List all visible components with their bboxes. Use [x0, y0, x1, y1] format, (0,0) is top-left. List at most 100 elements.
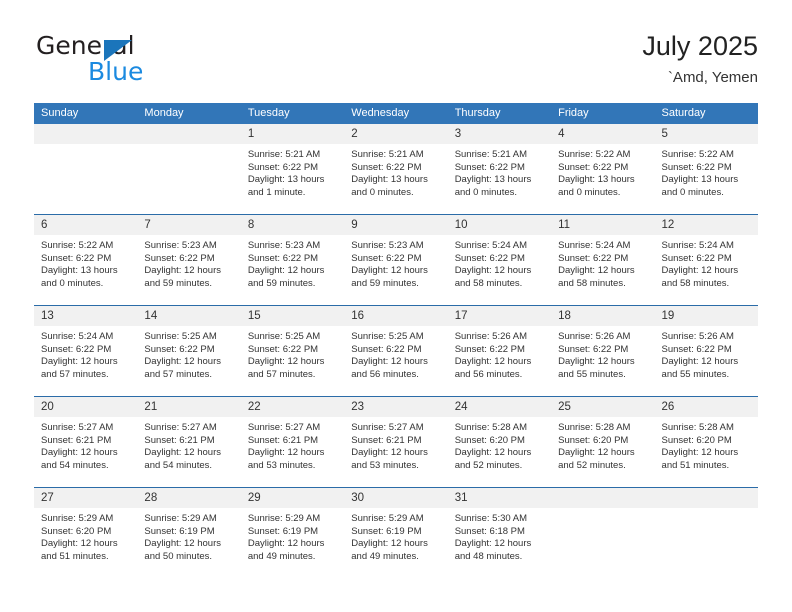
day-detail-line: Sunrise: 5:23 AM: [144, 240, 217, 251]
day-details: Sunrise: 5:28 AM Sunset: 6:20 PM Daylight:…: [448, 417, 551, 472]
day-cell-12[interactable]: 12 Sunrise: 5:24 AM Sunset: 6:22 PM Dayligh…: [654, 215, 758, 305]
day-detail-line: Sunrise: 5:27 AM: [247, 422, 321, 433]
day-cell-20[interactable]: 20 Sunrise: 5:27 AM Sunset: 6:21 PM Dayligh…: [34, 397, 138, 487]
day-detail-line: Sunrise: 5:29 AM: [247, 513, 321, 524]
day-detail-line: Daylight: 13 hours: [247, 174, 325, 186]
day-detail-line: Sunset: 6:20 PM: [41, 525, 112, 537]
day-cell-30[interactable]: 30 Sunrise: 5:29 AM Sunset: 6:19 PM Dayligh…: [344, 488, 448, 578]
day-number-band: 6: [34, 215, 138, 235]
day-cell-22[interactable]: 22 Sunrise: 5:27 AM Sunset: 6:21 PM Dayligh…: [240, 397, 345, 487]
day-cell-29[interactable]: 29 Sunrise: 5:29 AM Sunset: 6:19 PM Dayligh…: [240, 488, 345, 578]
weekday-header-thursday: Thursday: [454, 107, 501, 119]
day-detail-line: and 58 minutes.: [454, 277, 523, 289]
day-detail-line: Sunrise: 5:22 AM: [41, 240, 114, 251]
day-detail-line: Sunset: 6:22 PM: [558, 161, 629, 173]
day-detail-line: and 52 minutes.: [454, 459, 523, 471]
day-detail-line: Sunset: 6:19 PM: [351, 525, 422, 537]
day-detail-line: and 48 minutes.: [454, 550, 523, 562]
day-number-band: 17: [447, 306, 552, 326]
day-detail-line: Daylight: 12 hours: [454, 447, 532, 459]
day-detail-line: Sunset: 6:19 PM: [144, 525, 215, 537]
day-detail-line: and 51 minutes.: [41, 550, 109, 562]
day-cell-24[interactable]: 24 Sunrise: 5:28 AM Sunset: 6:20 PM Dayligh…: [447, 397, 552, 487]
day-cell-16[interactable]: 16 Sunrise: 5:25 AM Sunset: 6:22 PM Dayligh…: [344, 306, 448, 396]
day-number: 15: [247, 310, 261, 322]
day-detail-line: Sunrise: 5:21 AM: [247, 149, 321, 160]
day-details: Sunrise: 5:28 AM Sunset: 6:20 PM Daylight:…: [551, 417, 654, 472]
day-cell-13[interactable]: 13 Sunrise: 5:24 AM Sunset: 6:22 PM Dayligh…: [34, 306, 138, 396]
day-detail-line: and 50 minutes.: [144, 550, 213, 562]
day-detail-line: Sunrise: 5:25 AM: [247, 331, 321, 342]
day-cell-26[interactable]: 26 Sunrise: 5:28 AM Sunset: 6:20 PM Dayligh…: [654, 397, 758, 487]
day-details: Sunrise: 5:21 AM Sunset: 6:22 PM Daylight:…: [448, 144, 551, 199]
day-cell-21[interactable]: 21 Sunrise: 5:27 AM Sunset: 6:21 PM Dayligh…: [137, 397, 241, 487]
day-detail-line: Sunset: 6:22 PM: [41, 343, 112, 355]
day-detail-line: Sunrise: 5:27 AM: [144, 422, 217, 433]
day-cell-4[interactable]: 4 Sunrise: 5:22 AM Sunset: 6:22 PM Daylight…: [551, 124, 655, 214]
day-detail-line: Daylight: 12 hours: [247, 356, 325, 368]
day-cell-19[interactable]: 19 Sunrise: 5:26 AM Sunset: 6:22 PM Dayligh…: [654, 306, 758, 396]
day-number: 27: [41, 492, 54, 504]
day-cell-27[interactable]: 27 Sunrise: 5:29 AM Sunset: 6:20 PM Dayligh…: [34, 488, 138, 578]
day-cell-28[interactable]: 28 Sunrise: 5:29 AM Sunset: 6:19 PM Dayligh…: [137, 488, 241, 578]
day-detail-line: Daylight: 12 hours: [247, 447, 325, 459]
day-cell-7[interactable]: 7 Sunrise: 5:23 AM Sunset: 6:22 PM Daylight…: [137, 215, 241, 305]
day-number: 3: [454, 128, 462, 140]
day-detail-line: Sunset: 6:22 PM: [351, 252, 422, 264]
day-number: 12: [661, 219, 675, 231]
day-detail-line: and 57 minutes.: [247, 368, 316, 380]
day-number-band: 11: [551, 215, 655, 235]
day-number: 4: [558, 128, 565, 140]
day-number: 1: [247, 128, 255, 140]
day-cell-25[interactable]: 25 Sunrise: 5:28 AM Sunset: 6:20 PM Dayligh…: [551, 397, 655, 487]
day-cell-18[interactable]: 18 Sunrise: 5:26 AM Sunset: 6:22 PM Dayligh…: [551, 306, 655, 396]
day-cell-31[interactable]: 31 Sunrise: 5:30 AM Sunset: 6:18 PM Dayligh…: [447, 488, 552, 578]
day-number-band: 21: [137, 397, 241, 417]
day-cell-1[interactable]: 1 Sunrise: 5:21 AM Sunset: 6:22 PM Daylight…: [240, 124, 345, 214]
day-details: Sunrise: 5:25 AM Sunset: 6:22 PM Daylight:…: [137, 326, 240, 381]
day-cell-3[interactable]: 3 Sunrise: 5:21 AM Sunset: 6:22 PM Daylight…: [447, 124, 552, 214]
brand-logo[interactable]: General Blue: [36, 33, 296, 89]
day-number-band: 14: [137, 306, 241, 326]
day-detail-line: Daylight: 12 hours: [454, 538, 532, 550]
day-details: Sunrise: 5:23 AM Sunset: 6:22 PM Daylight:…: [344, 235, 447, 290]
day-detail-line: Sunrise: 5:28 AM: [454, 422, 528, 433]
day-details: Sunrise: 5:23 AM Sunset: 6:22 PM Daylight:…: [241, 235, 344, 290]
day-cell-23[interactable]: 23 Sunrise: 5:27 AM Sunset: 6:21 PM Dayligh…: [344, 397, 448, 487]
day-cell-2[interactable]: 2 Sunrise: 5:21 AM Sunset: 6:22 PM Daylight…: [344, 124, 448, 214]
day-cell-5[interactable]: 5 Sunrise: 5:22 AM Sunset: 6:22 PM Daylight…: [654, 124, 758, 214]
day-detail-line: Sunrise: 5:27 AM: [351, 422, 424, 433]
day-cell-17[interactable]: 17 Sunrise: 5:26 AM Sunset: 6:22 PM Dayligh…: [447, 306, 552, 396]
day-cell-10[interactable]: 10 Sunrise: 5:24 AM Sunset: 6:22 PM Dayligh…: [447, 215, 552, 305]
day-detail-line: Sunset: 6:21 PM: [144, 434, 215, 446]
weekday-header-monday: Monday: [144, 107, 184, 119]
day-detail-line: and 55 minutes.: [558, 368, 626, 380]
day-detail-line: Sunrise: 5:24 AM: [454, 240, 528, 251]
day-cell-14[interactable]: 14 Sunrise: 5:25 AM Sunset: 6:22 PM Dayligh…: [137, 306, 241, 396]
day-cell-11[interactable]: 11 Sunrise: 5:24 AM Sunset: 6:22 PM Dayligh…: [551, 215, 655, 305]
day-detail-line: Daylight: 12 hours: [661, 356, 739, 368]
day-number-band: 15: [240, 306, 345, 326]
day-number-band: 20: [34, 397, 138, 417]
day-detail-line: Sunrise: 5:22 AM: [558, 149, 631, 160]
day-detail-line: Daylight: 12 hours: [144, 447, 221, 459]
day-detail-line: Daylight: 12 hours: [661, 447, 739, 459]
day-detail-line: Daylight: 13 hours: [661, 174, 739, 186]
day-details: Sunrise: 5:24 AM Sunset: 6:22 PM Daylight:…: [34, 326, 137, 381]
day-number: 11: [558, 219, 571, 231]
day-cell-8[interactable]: 8 Sunrise: 5:23 AM Sunset: 6:22 PM Daylight…: [240, 215, 345, 305]
day-number: 31: [454, 492, 468, 504]
day-cell-6[interactable]: 6 Sunrise: 5:22 AM Sunset: 6:22 PM Daylight…: [34, 215, 138, 305]
day-details: Sunrise: 5:24 AM Sunset: 6:22 PM Daylight:…: [448, 235, 551, 290]
day-cell-9[interactable]: 9 Sunrise: 5:23 AM Sunset: 6:22 PM Daylight…: [344, 215, 448, 305]
day-number-band: 31: [447, 488, 552, 508]
day-number: 10: [454, 219, 468, 231]
day-detail-line: and 58 minutes.: [661, 277, 730, 289]
day-number-band: 19: [654, 306, 758, 326]
day-number: 26: [661, 401, 675, 413]
day-detail-line: Sunrise: 5:24 AM: [661, 240, 734, 251]
day-cell-15[interactable]: 15 Sunrise: 5:25 AM Sunset: 6:22 PM Dayligh…: [240, 306, 345, 396]
day-number-band: 1: [240, 124, 345, 144]
weekday-header-saturday: Saturday: [661, 107, 706, 119]
calendar-week-row: 13 Sunrise: 5:24 AM Sunset: 6:22 PM Dayligh…: [34, 305, 758, 396]
